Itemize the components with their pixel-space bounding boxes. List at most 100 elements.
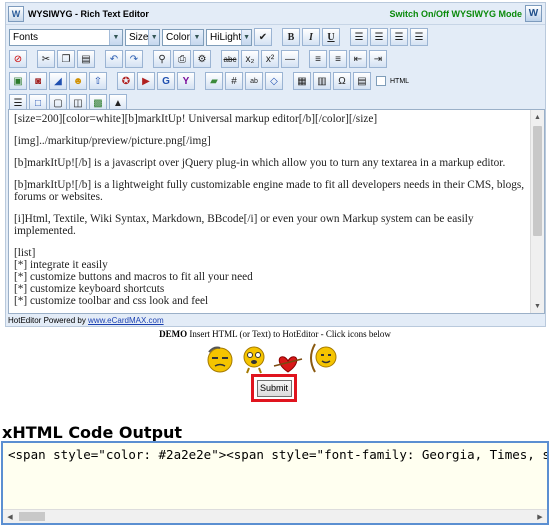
toolbar-row-1: Fonts ▼ Size ▼ Color ▼ HiLight ▼ ✔ B I U… xyxy=(6,26,545,48)
video-button[interactable]: ▶ xyxy=(137,72,155,90)
powered-by-text: HotEditor Powered by xyxy=(8,316,89,325)
html-checkbox-label: HTML xyxy=(390,77,410,85)
remove-format-button[interactable]: ⊘ xyxy=(9,50,27,68)
form-button[interactable]: ▥ xyxy=(313,72,331,90)
video-icon: ▶ xyxy=(142,75,150,87)
color-select[interactable]: Color ▼ xyxy=(162,28,204,46)
powered-by: HotEditor Powered by www.eCardMAX.com xyxy=(8,316,164,325)
align-right-icon: ☰ xyxy=(394,31,404,43)
scroll-thumb[interactable] xyxy=(533,126,542,236)
editor-textarea[interactable]: [size=200][color=white][b]markItUp! Univ… xyxy=(8,109,545,314)
redo-icon: ↷ xyxy=(129,53,139,65)
output-heading: xHTML Code Output xyxy=(2,423,183,442)
picture-icon: ▩ xyxy=(93,97,103,109)
paste-button[interactable]: ▤ xyxy=(77,50,95,68)
no-sign-icon: ⊘ xyxy=(13,53,23,65)
ecardmax-link[interactable]: www.eCardMAX.com xyxy=(88,316,164,325)
font-select[interactable]: Fonts ▼ xyxy=(9,28,123,46)
yahoo-button[interactable]: Y xyxy=(177,72,195,90)
ordered-list-icon: ≡ xyxy=(315,53,321,65)
unordered-list-button[interactable]: ≡ xyxy=(329,50,347,68)
bold-button[interactable]: B xyxy=(282,28,300,46)
wysiwyg-toggle-button[interactable]: W xyxy=(525,5,542,22)
find-button[interactable]: ⚲ xyxy=(153,50,171,68)
copy-button[interactable]: ❐ xyxy=(57,50,75,68)
indent-button[interactable]: ⇥ xyxy=(369,50,387,68)
horizontal-rule-button[interactable]: ― xyxy=(281,50,299,68)
align-left-icon: ☰ xyxy=(354,31,364,43)
scared-smiley-icon[interactable] xyxy=(241,344,267,374)
list-line: [*] customize buttons and macros to fit … xyxy=(14,271,253,283)
cupid-smiley-icon[interactable] xyxy=(309,342,339,374)
undo-button[interactable]: ↶ xyxy=(105,50,123,68)
align-center-button[interactable]: ☰ xyxy=(370,28,388,46)
select-all-button[interactable]: ⚙ xyxy=(193,50,211,68)
justify-button[interactable]: ☰ xyxy=(410,28,428,46)
clipboard-icon: ▤ xyxy=(81,53,91,65)
outdent-button[interactable]: ⇤ xyxy=(349,50,367,68)
align-center-icon: ☰ xyxy=(374,31,384,43)
scroll-down-icon[interactable]: ▼ xyxy=(531,299,544,313)
print-button[interactable]: ⎙ xyxy=(173,50,191,68)
size-select[interactable]: Size ▼ xyxy=(125,28,160,46)
vertical-scrollbar[interactable]: ▲ ▼ xyxy=(530,110,544,313)
scroll-thumb[interactable] xyxy=(19,512,45,521)
spellcheck-button[interactable]: ✔ xyxy=(254,28,272,46)
list-line: [*] integrate it easily xyxy=(14,259,108,271)
calendar-icon: ▤ xyxy=(357,75,367,87)
scroll-left-icon[interactable]: ◀ xyxy=(3,510,17,523)
subscript-button[interactable]: x₂ xyxy=(241,50,259,68)
heart-arrow-icon[interactable] xyxy=(273,352,303,374)
special-char-button[interactable]: Ω xyxy=(333,72,351,90)
anchor-button[interactable]: # xyxy=(225,72,243,90)
scroll-up-icon[interactable]: ▲ xyxy=(531,110,544,124)
align-left-button[interactable]: ☰ xyxy=(350,28,368,46)
strikethrough-button[interactable]: abc xyxy=(221,50,239,68)
insert-emoticon-button[interactable]: ☻ xyxy=(69,72,87,90)
speech-bubble-button[interactable]: ▰ xyxy=(205,72,223,90)
form-icon: ▥ xyxy=(317,75,327,87)
editor-paragraph: [size=200][color=white][b]markItUp! Univ… xyxy=(14,113,378,125)
omega-icon: Ω xyxy=(338,75,346,87)
marquee-icon: ◫ xyxy=(73,97,83,109)
abc-button[interactable]: ab xyxy=(245,72,263,90)
editor-logo-icon: W xyxy=(8,5,24,22)
html-checkbox[interactable] xyxy=(376,76,386,86)
code-button[interactable]: ◇ xyxy=(265,72,283,90)
hilight-select[interactable]: HiLight ▼ xyxy=(206,28,252,46)
editor-titlebar: W WYSIWYG - Rich Text Editor Switch On/O… xyxy=(6,3,545,25)
google-icon: G xyxy=(162,75,170,87)
horizontal-scrollbar[interactable]: ◀ ▶ xyxy=(3,509,547,523)
editor-paragraph: [b]markItUp![/b] is a lightweight fully … xyxy=(14,179,525,203)
insert-flash-button[interactable]: ◢ xyxy=(49,72,67,90)
smiley-icon: ☻ xyxy=(72,75,84,87)
cut-button[interactable]: ✂ xyxy=(37,50,55,68)
underline-button[interactable]: U xyxy=(322,28,340,46)
youtube-button[interactable]: ✪ xyxy=(117,72,135,90)
toolbar-row-2: ⊘ ✂ ❐ ▤ ↶ ↷ ⚲ ⎙ ⚙ abc x₂ x² ― ≡ ≡ ⇤ ⇥ xyxy=(6,48,545,70)
undo-icon: ↶ xyxy=(109,53,119,65)
insert-image-button[interactable]: ▣ xyxy=(9,72,27,90)
insert-photo-button[interactable]: ◙ xyxy=(29,72,47,90)
switch-mode-label[interactable]: Switch On/Off WYSIWYG Mode xyxy=(390,9,523,19)
redo-button[interactable]: ↷ xyxy=(125,50,143,68)
search-icon: ⚲ xyxy=(158,53,166,65)
superscript-button[interactable]: x² xyxy=(261,50,279,68)
insert-link-button[interactable]: ⇧ xyxy=(89,72,107,90)
layer-icon: ☰ xyxy=(13,97,23,109)
google-button[interactable]: G xyxy=(157,72,175,90)
insert-date-button[interactable]: ▤ xyxy=(353,72,371,90)
ordered-list-button[interactable]: ≡ xyxy=(309,50,327,68)
align-right-button[interactable]: ☰ xyxy=(390,28,408,46)
sleepy-smiley-icon[interactable] xyxy=(205,344,235,374)
chevron-down-icon: ▼ xyxy=(241,29,251,45)
submit-button[interactable]: Submit xyxy=(256,379,292,397)
photo-icon: ◙ xyxy=(34,75,42,87)
scroll-right-icon[interactable]: ▶ xyxy=(533,510,547,523)
color-select-value: Color xyxy=(166,31,190,43)
insert-table-button[interactable]: ▦ xyxy=(293,72,311,90)
editor-title: WYSIWYG - Rich Text Editor xyxy=(28,8,149,19)
xhtml-output-field[interactable]: <span style="color: #2a2e2e"><span style… xyxy=(1,441,549,525)
italic-button[interactable]: I xyxy=(302,28,320,46)
spellcheck-icon: ✔ xyxy=(258,31,268,43)
